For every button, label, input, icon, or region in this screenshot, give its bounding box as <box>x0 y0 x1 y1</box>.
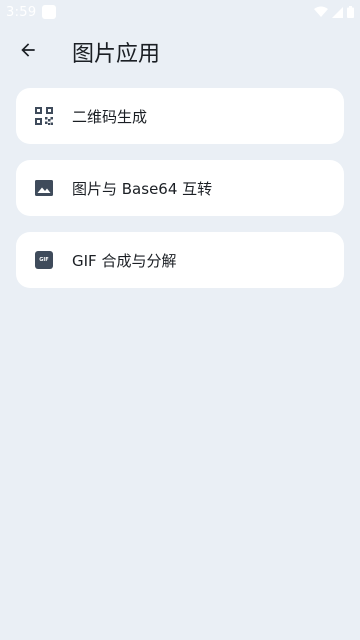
app-bar: 图片应用 <box>0 24 360 80</box>
wifi-icon <box>314 6 328 18</box>
image-icon <box>32 176 56 200</box>
gif-badge: GIF <box>35 251 53 269</box>
list-item-image-base64[interactable]: 图片与 Base64 互转 <box>16 160 344 216</box>
status-left: 3:59 <box>6 4 57 20</box>
list-item-label: 图片与 Base64 互转 <box>72 179 213 198</box>
gif-icon: GIF <box>32 248 56 272</box>
arrow-left-icon <box>18 40 38 64</box>
notification-square-icon <box>42 5 57 19</box>
list-item-qr-code[interactable]: 二维码生成 <box>16 88 344 144</box>
status-right <box>314 6 354 18</box>
back-button[interactable] <box>8 32 48 72</box>
list-item-label: GIF 合成与分解 <box>72 251 177 270</box>
signal-icon <box>332 6 343 18</box>
battery-icon <box>347 6 354 18</box>
status-bar: 3:59 <box>0 0 360 24</box>
status-time: 3:59 <box>6 4 37 20</box>
page-title: 图片应用 <box>72 42 161 67</box>
list-item-label: 二维码生成 <box>72 107 148 126</box>
list-item-gif[interactable]: GIF GIF 合成与分解 <box>16 232 344 288</box>
tool-list: 二维码生成 图片与 Base64 互转 GIF GIF 合成与分解 <box>16 88 344 304</box>
qr-code-icon <box>32 104 56 128</box>
